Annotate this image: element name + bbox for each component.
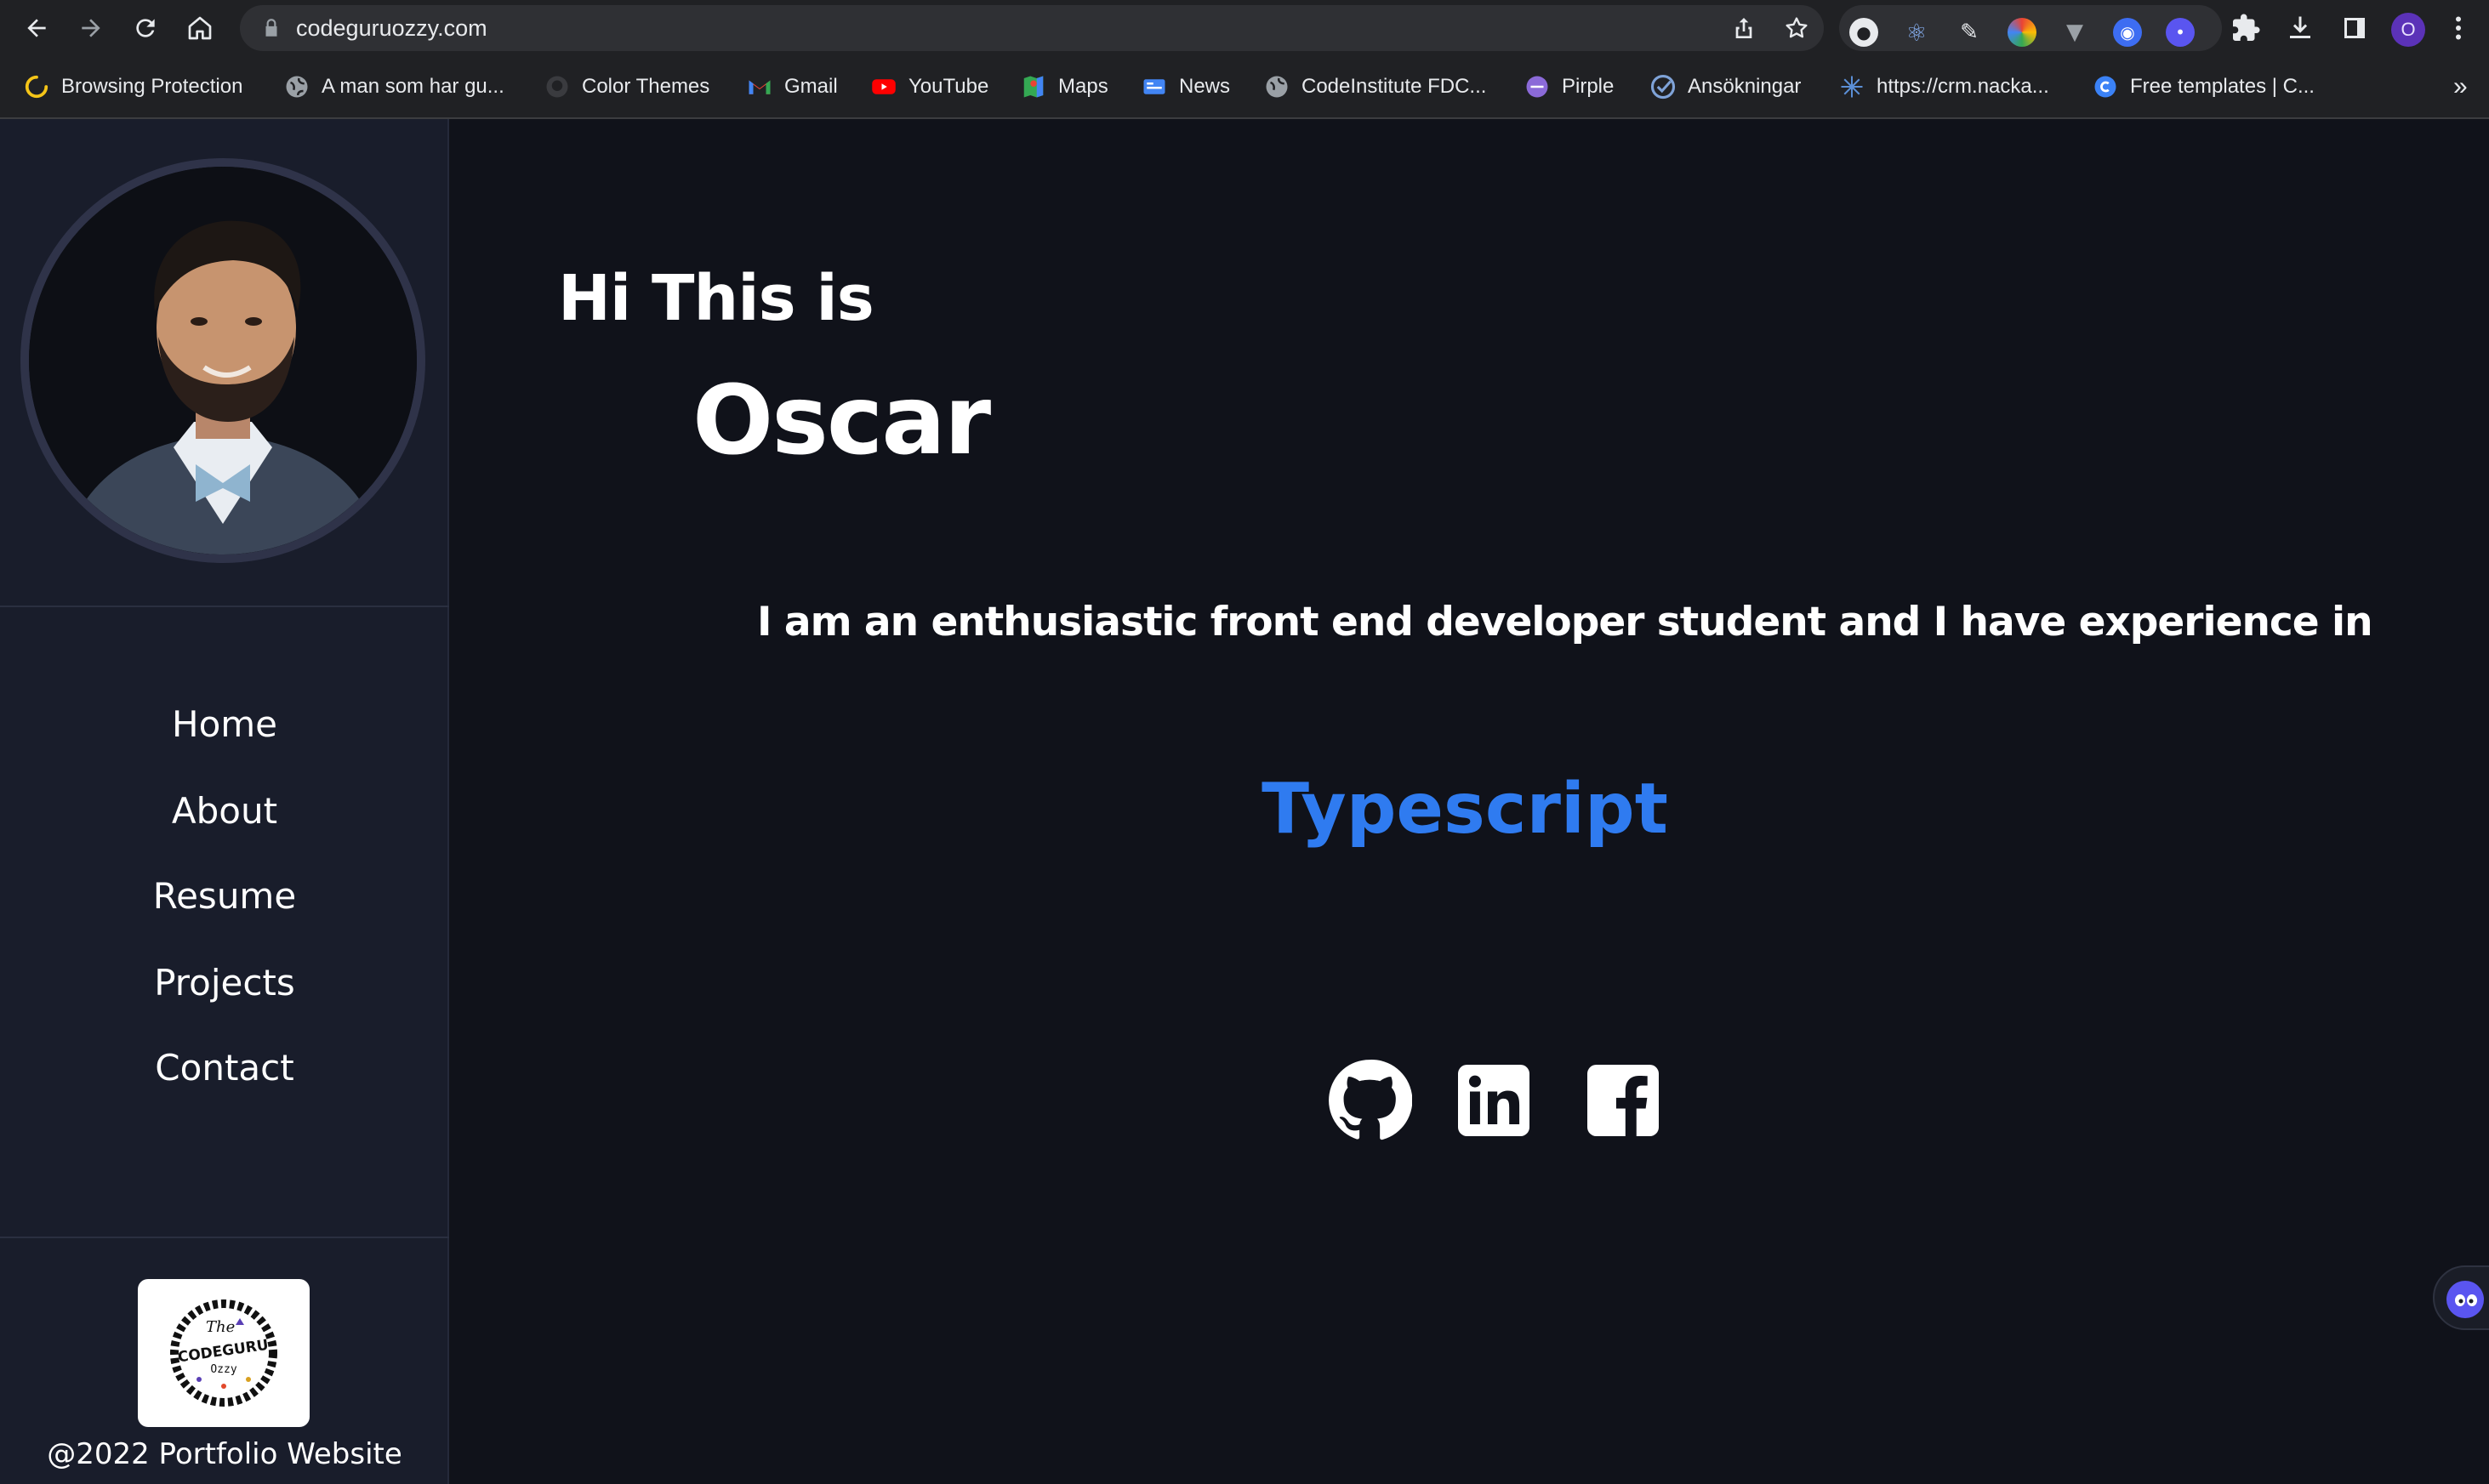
hero-section: Hi This is Oscar I am an enthusiastic fr… (451, 119, 2489, 1484)
linkedin-link[interactable] (1458, 1065, 1529, 1136)
bookmark-label: https://crm.nacka... (1877, 75, 2049, 98)
github-icon (1329, 1060, 1412, 1140)
puzzle-icon[interactable] (2230, 13, 2261, 43)
nav-item-contact[interactable]: Contact (0, 1034, 449, 1102)
canva-icon (2094, 76, 2116, 98)
footer-copyright: @2022 Portfolio Website (47, 1437, 402, 1471)
bookmark-label: Browsing Protection (61, 75, 243, 98)
bookmark-codeinstitute[interactable]: CodeInstitute FDC... (1264, 63, 1486, 111)
lock-icon (265, 19, 277, 37)
github-link[interactable] (1327, 1058, 1412, 1143)
sidebar: Home About Resume Projects Contact The C… (0, 119, 449, 1484)
bookmark-crm-nacka[interactable]: https://crm.nacka... (1839, 63, 2049, 111)
globe-icon (1266, 76, 1288, 98)
bookmark-label: CodeInstitute FDC... (1301, 75, 1487, 98)
bookmark-color-themes[interactable]: Color Themes (544, 63, 709, 111)
bookmark-label: Color Themes (582, 75, 710, 98)
eye-extension-icon[interactable]: ◉ (2113, 18, 2142, 47)
lastpass-extension-icon[interactable]: ● (1849, 18, 1878, 47)
bookmark-label: Free templates | C... (2130, 75, 2315, 98)
github-icon (546, 76, 568, 98)
logo-text-the: The (206, 1318, 235, 1336)
bookmark-free-templates[interactable]: Free templates | C... (2093, 63, 2315, 111)
news-icon (1143, 79, 1165, 94)
nav-item-resume[interactable]: Resume (0, 862, 449, 930)
download-icon[interactable] (2285, 13, 2315, 43)
gmail-icon (749, 80, 771, 94)
arrow-right-icon (82, 19, 100, 37)
vue-devtools-icon[interactable]: ▼ (2060, 18, 2089, 47)
logo-text-ozzy: Ozzy (210, 1363, 236, 1376)
profile-portrait-image (29, 167, 417, 554)
globe-icon (286, 76, 308, 98)
forward-button[interactable] (71, 9, 111, 48)
address-bar[interactable]: codeguruozzy.com (240, 5, 1824, 51)
bookmark-a-man-som[interactable]: A man som har gu... (284, 63, 504, 111)
linkedin-icon (1458, 1065, 1529, 1136)
share-icon[interactable] (1730, 14, 1757, 42)
profile-avatar[interactable]: O (2391, 13, 2425, 47)
bookmark-browsing-protection[interactable]: Browsing Protection (24, 63, 242, 111)
bookmark-label: Pirple (1562, 75, 1615, 98)
codeguru-logo[interactable]: The CODEGURU Ozzy (138, 1279, 310, 1427)
bot-extension-icon[interactable]: • (2166, 18, 2195, 47)
back-button[interactable] (17, 9, 56, 48)
bookmark-maps[interactable]: Maps (1021, 63, 1108, 111)
codeguru-logo-image: The CODEGURU Ozzy (170, 1299, 277, 1407)
nav-item-home[interactable]: Home (0, 691, 449, 759)
bookmarks-bar: Browsing Protection A man som har gu... … (0, 63, 2489, 111)
facebook-icon (1587, 1065, 1659, 1136)
sidebar-divider-top (0, 606, 449, 607)
reload-icon (136, 19, 155, 37)
typed-skill-text: Typescript (1262, 769, 1668, 850)
home-button[interactable] (180, 9, 219, 48)
youtube-icon (872, 79, 896, 94)
bookmark-youtube[interactable]: YouTube (871, 63, 988, 111)
bookmark-ansokningar[interactable]: Ansökningar (1650, 63, 1801, 111)
maps-icon (1023, 76, 1044, 98)
bookmark-label: News (1179, 75, 1231, 98)
sparkle-icon (1841, 76, 1863, 98)
browser-chrome: codeguruozzy.com ● ⚛ ✎ ▼ ◉ • O Browsing … (0, 0, 2489, 119)
checkmark-icon (1650, 74, 1676, 100)
bookmarks-overflow-button[interactable]: » (2453, 63, 2468, 111)
react-devtools-icon[interactable]: ⚛ (1902, 18, 1931, 47)
extensions-bar: ● ⚛ ✎ ▼ ◉ • (1839, 5, 2222, 51)
bookmark-pirple[interactable]: Pirple (1524, 63, 1614, 111)
bookmark-label: Ansökningar (1688, 75, 1802, 98)
chat-widget-button[interactable] (2433, 1265, 2489, 1330)
nav-item-about[interactable]: About (0, 777, 449, 845)
browser-toolbar: codeguruozzy.com ● ⚛ ✎ ▼ ◉ • O (0, 0, 2489, 56)
sidebar-divider-bottom (0, 1237, 449, 1238)
color-picker-icon[interactable]: ✎ (1955, 18, 1984, 47)
arrow-left-icon (27, 19, 46, 37)
nav-item-projects[interactable]: Projects (0, 949, 449, 1017)
bookmark-news[interactable]: News (1142, 63, 1230, 111)
intro-text: I am an enthusiastic front end developer… (757, 599, 2373, 645)
pirple-icon (1526, 76, 1548, 98)
profile-photo (20, 158, 425, 563)
bookmark-label: Gmail (784, 75, 838, 98)
bookmark-label: YouTube (908, 75, 989, 98)
bookmark-label: Maps (1058, 75, 1108, 98)
facebook-link[interactable] (1587, 1065, 1659, 1136)
spinner-icon (25, 75, 48, 99)
reload-button[interactable] (126, 9, 165, 48)
side-panel-icon[interactable] (2339, 13, 2370, 43)
bot-face-icon (2446, 1281, 2484, 1318)
home-icon (188, 16, 212, 40)
bookmark-label: A man som har gu... (322, 75, 504, 98)
greeting-text: Hi This is (558, 262, 874, 335)
url-text: codeguruozzy.com (296, 15, 487, 41)
colorzilla-icon[interactable] (2008, 18, 2036, 47)
bookmark-gmail[interactable]: Gmail (747, 63, 838, 111)
menu-kebab-icon[interactable] (2443, 13, 2474, 43)
star-icon[interactable] (1783, 14, 1810, 42)
hero-name: Oscar (692, 366, 991, 476)
